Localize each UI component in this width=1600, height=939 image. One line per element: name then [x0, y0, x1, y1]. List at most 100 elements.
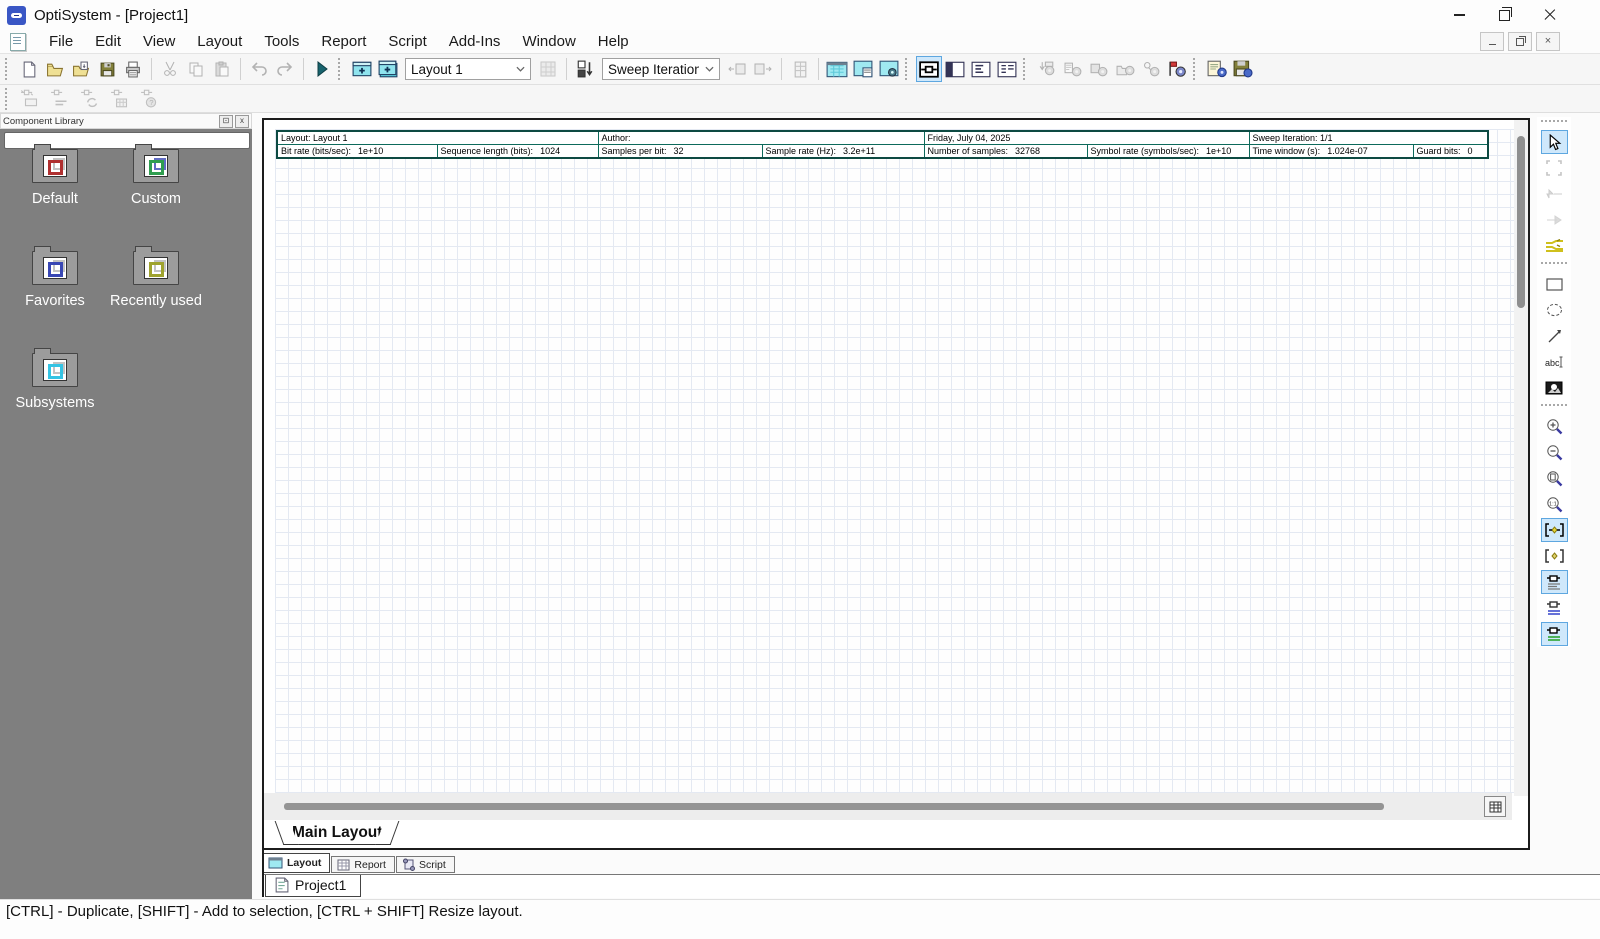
show-ports-tool[interactable] — [1541, 596, 1568, 620]
menu-tools[interactable]: Tools — [253, 31, 310, 52]
grid-settings-button[interactable] — [1484, 796, 1506, 817]
select-tool[interactable] — [1541, 130, 1568, 154]
copy-button — [183, 56, 209, 82]
vertical-scrollbar-thumb[interactable] — [1517, 136, 1525, 308]
zoom-actual-tool[interactable]: 1:1 — [1541, 492, 1568, 516]
image-tool[interactable] — [1541, 376, 1568, 400]
restore-button[interactable] — [1482, 1, 1527, 30]
save-button[interactable] — [94, 56, 120, 82]
report-editor-button[interactable] — [850, 56, 876, 82]
menu-view[interactable]: View — [132, 31, 186, 52]
folder-import-icon — [72, 61, 90, 78]
toolbar-drag-handle[interactable] — [5, 58, 11, 80]
show-labels-tool[interactable] — [1541, 570, 1568, 594]
component-save-icon — [1090, 61, 1109, 78]
autoconnect-on-tool[interactable] — [1541, 518, 1568, 542]
folder-subsystems[interactable]: Subsystems — [4, 353, 106, 411]
folder-label: Default — [10, 191, 100, 207]
folder-custom[interactable]: Custom — [104, 149, 208, 207]
print-button[interactable] — [120, 56, 146, 82]
main-layout-tab[interactable]: Main Layout — [286, 821, 388, 845]
find-component-button — [1138, 56, 1164, 82]
save-icon — [99, 61, 116, 78]
print-icon — [124, 61, 142, 78]
menu-help[interactable]: Help — [587, 31, 640, 52]
rectangle-tool[interactable] — [1541, 272, 1568, 296]
text-abc-icon: abc — [1544, 355, 1564, 369]
undo-button — [246, 56, 272, 82]
toolbar-drag-handle[interactable] — [338, 58, 344, 80]
info-author: Author: — [598, 131, 924, 145]
folder-default[interactable]: Default — [10, 149, 100, 207]
info-sequence-length: Sequence length (bits):1024 — [437, 145, 598, 159]
cursor-arrow-icon — [1547, 134, 1562, 151]
tab-report[interactable]: Report — [331, 856, 395, 873]
mdi-close-icon: × — [1545, 36, 1551, 47]
minimize-button[interactable] — [1437, 1, 1482, 30]
window-border-line — [262, 850, 264, 897]
info-number-of-samples: Number of samples:32768 — [924, 145, 1087, 159]
script-editor-button[interactable] — [876, 56, 902, 82]
save-results-button[interactable] — [1230, 56, 1256, 82]
zoom-in-tool[interactable] — [1541, 414, 1568, 438]
horizontal-scroll-strip — [264, 793, 1512, 820]
vertical-scrollbar[interactable] — [1514, 120, 1528, 796]
sweep-selector[interactable]: Sweep Iteration — [602, 58, 720, 80]
text-tool[interactable]: abc — [1541, 350, 1568, 374]
menu-addins[interactable]: Add-Ins — [438, 31, 512, 52]
detail-view-button[interactable] — [994, 56, 1020, 82]
menu-file[interactable]: File — [38, 31, 84, 52]
zoom-out-tool[interactable] — [1541, 440, 1568, 464]
ellipse-tool[interactable] — [1541, 298, 1568, 322]
import-project-button[interactable] — [68, 56, 94, 82]
tab-script[interactable]: Script — [396, 856, 455, 873]
toolbar-drag-handle[interactable] — [905, 58, 911, 80]
panel-close-button[interactable]: x — [235, 115, 249, 128]
mdi-close-button[interactable]: × — [1536, 32, 1560, 51]
show-signal-flow-tool[interactable] — [1541, 622, 1568, 646]
palette-drag-handle[interactable] — [1541, 120, 1567, 126]
panel-pin-button[interactable]: ⊡ — [219, 115, 233, 128]
layout-selector[interactable]: Layout 1 — [405, 58, 531, 80]
duplicate-layout-button[interactable] — [375, 56, 401, 82]
menu-window[interactable]: Window — [511, 31, 586, 52]
horizontal-scrollbar-thumb[interactable] — [284, 803, 1384, 810]
split-view-button[interactable] — [942, 56, 968, 82]
outline-view-button[interactable] — [968, 56, 994, 82]
calculate-play-button[interactable] — [309, 56, 335, 82]
component-view-button[interactable] — [916, 56, 942, 82]
new-project-button[interactable] — [16, 56, 42, 82]
script-editor-icon — [879, 60, 899, 78]
toolbar-drag-handle[interactable] — [5, 88, 11, 110]
menu-script[interactable]: Script — [377, 31, 437, 52]
previous-sweep-button — [724, 56, 750, 82]
tab-project1[interactable]: Project1 — [265, 875, 361, 897]
component-properties-button[interactable] — [1164, 56, 1190, 82]
open-project-button[interactable] — [42, 56, 68, 82]
menu-layout[interactable]: Layout — [186, 31, 253, 52]
report-notes-button[interactable] — [1204, 56, 1230, 82]
zoom-page-tool[interactable] — [1541, 466, 1568, 490]
toolbar-drag-handle[interactable] — [1023, 58, 1029, 80]
report-editor-icon — [853, 60, 873, 78]
tab-layout[interactable]: Layout — [262, 853, 330, 873]
mdi-restore-button[interactable] — [1508, 32, 1532, 51]
component-ports-icon — [1545, 601, 1564, 616]
menu-report[interactable]: Report — [310, 31, 377, 52]
line-tool[interactable] — [1541, 324, 1568, 348]
svg-text:abc: abc — [1545, 358, 1560, 368]
new-layout-button[interactable] — [349, 56, 375, 82]
menu-edit[interactable]: Edit — [84, 31, 132, 52]
wire-tool[interactable] — [1541, 234, 1568, 258]
component-library-header[interactable]: Component Library ⊡ x — [0, 113, 252, 129]
mdi-minimize-button[interactable] — [1480, 32, 1504, 51]
autoconnect-off-tool[interactable] — [1541, 544, 1568, 568]
toolbar-drag-handle[interactable] — [1193, 58, 1199, 80]
folder-recently-used[interactable]: Recently used — [98, 251, 214, 309]
layout-canvas[interactable]: Layout: Layout 1 Author: Friday, July 04… — [275, 129, 1521, 793]
project-tab-strip: Project1 — [262, 874, 1600, 898]
folder-favorites[interactable]: Favorites — [10, 251, 100, 309]
sweep-mode-button[interactable] — [572, 56, 598, 82]
layout-editor-button[interactable] — [824, 56, 850, 82]
close-button[interactable] — [1527, 1, 1572, 30]
